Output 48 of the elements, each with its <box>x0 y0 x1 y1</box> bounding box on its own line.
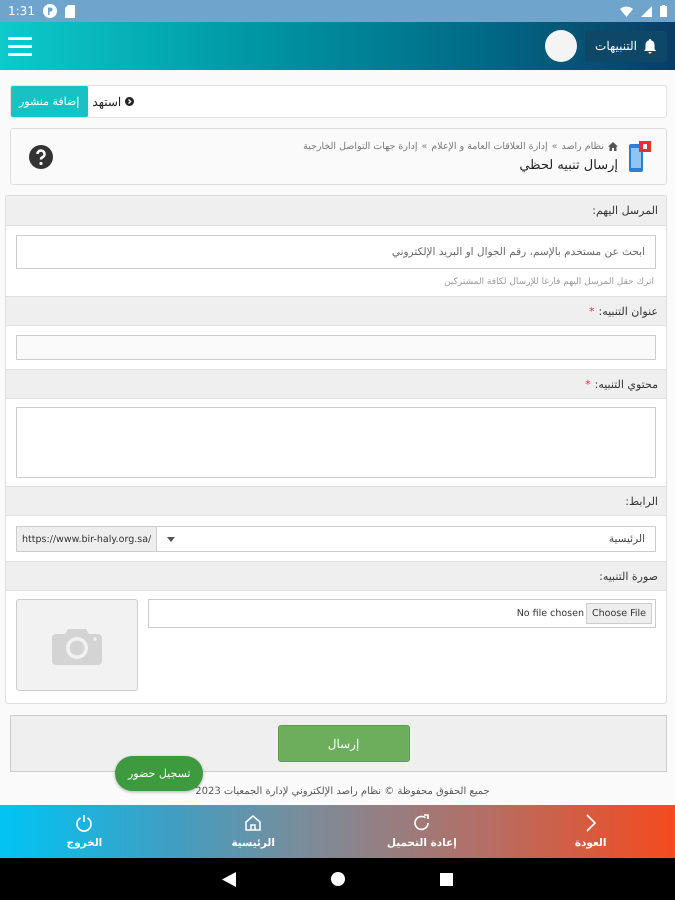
select-field[interactable]: الرئيسية <box>156 526 656 552</box>
send-button[interactable]: إرسال <box>278 725 410 762</box>
help-text: اترك حقل المرسل اليهم فارغا للإرسال لكافة المشتركين <box>443 277 655 287</box>
home-button-icon[interactable] <box>331 872 345 886</box>
nav-button[interactable]: إعادة التحميل <box>338 814 506 849</box>
power-icon <box>75 814 94 832</box>
search-field[interactable]: ابحث عن مستخدم بالإسم، رقم الجوال او البريد الإلكتروني <box>16 235 656 269</box>
add-post-button[interactable]: إضافة منشور <box>11 86 88 117</box>
breadcrumb-separator: » <box>421 140 428 152</box>
nav-button[interactable]: العودة <box>506 814 675 849</box>
breadcrumb-separator: » <box>552 140 558 152</box>
field-label: صورة التنبيه: <box>599 570 658 582</box>
reload-icon <box>412 814 431 832</box>
choose-file-button[interactable]: Choose File <box>586 603 652 624</box>
caret-icon <box>167 536 176 542</box>
p-icon <box>42 4 57 18</box>
input-field[interactable] <box>16 335 656 360</box>
notifications-button[interactable]: التنبيهات <box>585 30 667 62</box>
field-label: المرسل اليهم: <box>592 204 658 217</box>
required-mark: * <box>585 378 591 390</box>
signal-icon <box>641 6 652 16</box>
breadcrumb-link[interactable]: نظام راصد <box>561 140 604 152</box>
wifi-icon <box>620 6 633 16</box>
circle-arrow-icon <box>125 97 134 106</box>
field-label: عنوان التنبيه: <box>598 304 658 318</box>
nav-button[interactable]: الرئيسية <box>168 814 338 849</box>
back-icon[interactable] <box>222 872 236 886</box>
ticker-text: استهد <box>92 94 122 108</box>
help-icon[interactable] <box>29 144 53 168</box>
field-label: محتوي التنبيه: <box>594 378 658 390</box>
status-time: 1:31 <box>8 4 35 18</box>
sd-card-icon <box>64 4 75 18</box>
chevron-icon <box>586 814 596 832</box>
field-label: الرابط: <box>625 494 658 508</box>
file-status: No file chosen <box>516 608 584 619</box>
bell-icon <box>643 38 657 54</box>
home-icon[interactable] <box>608 142 618 150</box>
breadcrumb-link[interactable]: إدارة جهات التواصل الخارجية <box>303 140 418 152</box>
avatar[interactable] <box>545 30 578 62</box>
recents-icon[interactable] <box>440 872 453 886</box>
battery-icon <box>660 5 667 17</box>
page-title: إرسال تنبيه لحظي <box>518 158 618 172</box>
breadcrumb-link[interactable]: إدارة العلاقات العامة و الإعلام <box>431 140 548 152</box>
nav-button[interactable]: الخروج <box>0 814 169 849</box>
url-prefix: https://www.bir-haly.org.sa/ <box>16 526 156 552</box>
phone-alert-icon <box>628 140 652 172</box>
required-mark: * <box>589 304 594 318</box>
home-icon <box>244 814 262 832</box>
